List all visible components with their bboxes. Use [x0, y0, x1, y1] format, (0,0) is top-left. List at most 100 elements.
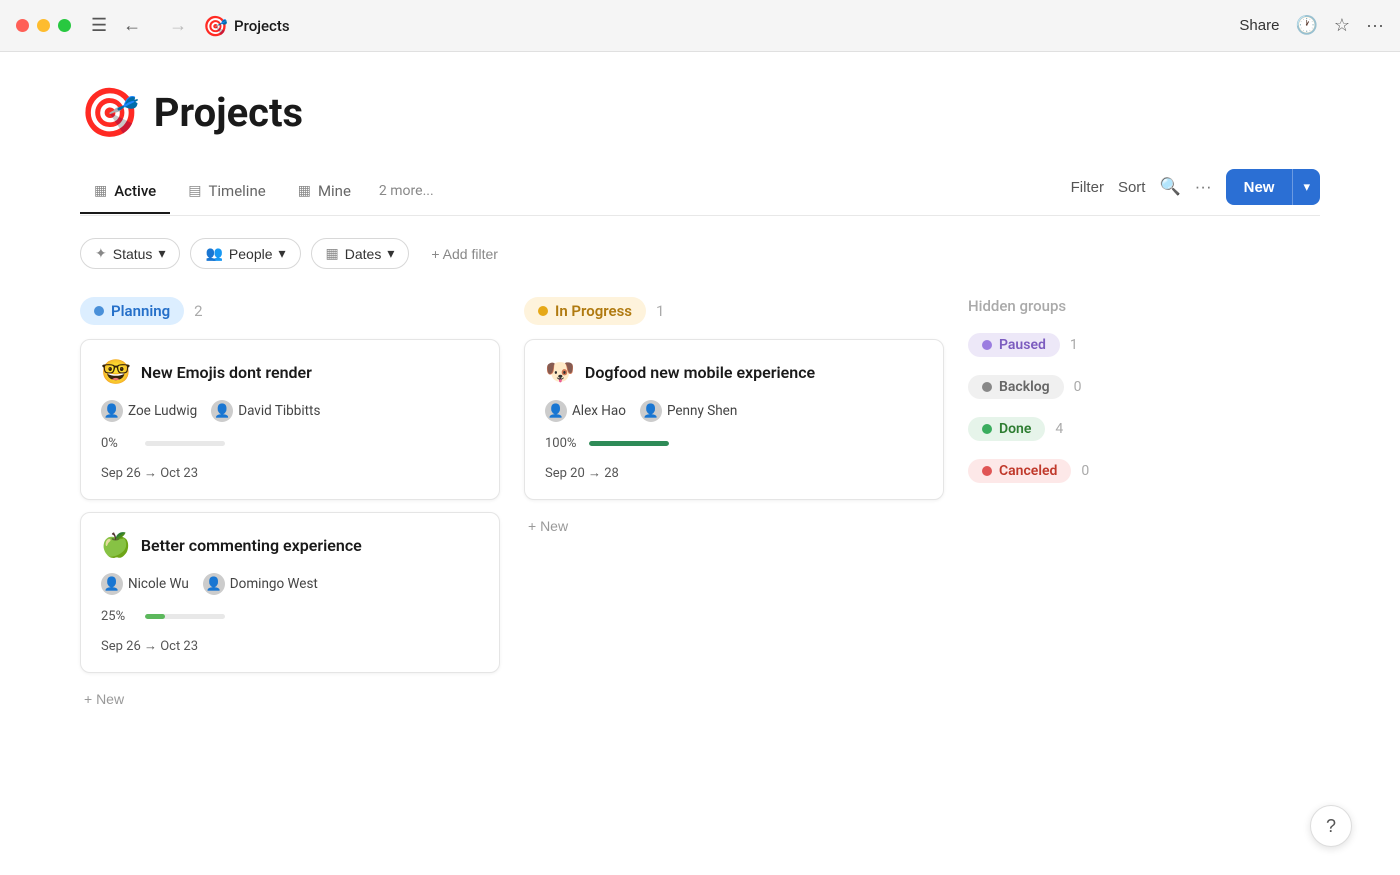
person-nicole-name: Nicole Wu	[128, 576, 189, 592]
progress-bar-fill-2	[145, 614, 165, 619]
new-chevron-button[interactable]: ▾	[1292, 169, 1320, 205]
forward-button[interactable]: →	[165, 13, 191, 38]
card-progress-2: 25%	[101, 609, 479, 624]
add-filter-button[interactable]: + Add filter	[419, 240, 510, 268]
people-filter-label: People	[229, 246, 273, 262]
done-dot	[982, 424, 992, 434]
tab-mine-icon: ▦	[298, 183, 311, 199]
tab-more[interactable]: 2 more...	[369, 173, 444, 211]
inprogress-add-new-button[interactable]: + New	[524, 512, 572, 540]
paused-label: Paused	[999, 337, 1046, 353]
hidden-groups: Hidden groups Paused 1 Backlog 0 Done	[968, 297, 1320, 501]
status-filter[interactable]: ✦ Status ▾	[80, 238, 180, 269]
done-badge[interactable]: Done	[968, 417, 1045, 441]
card-dogfood-emoji: 🐶	[545, 358, 575, 386]
hidden-group-paused: Paused 1	[968, 333, 1320, 357]
tab-timeline-label: Timeline	[208, 182, 265, 200]
avatar-penny: 👤	[640, 400, 662, 422]
column-inprogress: In Progress 1 🐶 Dogfood new mobile exper…	[524, 297, 944, 540]
dates-chevron-icon: ▾	[387, 245, 394, 262]
canceled-dot	[982, 466, 992, 476]
card-dogfood-title: Dogfood new mobile experience	[585, 363, 815, 382]
page-icon: 🎯	[80, 84, 140, 141]
avatar-nicole: 👤	[101, 573, 123, 595]
close-button[interactable]	[16, 19, 29, 32]
column-planning: Planning 2 🤓 New Emojis dont render 👤 Zo…	[80, 297, 500, 713]
inprogress-label: In Progress	[555, 302, 632, 320]
planning-add-new-button[interactable]: + New	[80, 685, 128, 713]
main-content: 🎯 Projects ▦ Active ▤ Timeline ▦ Mine 2 …	[0, 52, 1400, 713]
person-domingo-name: Domingo West	[230, 576, 318, 592]
person-david-name: David Tibbitts	[238, 403, 320, 419]
tab-mine[interactable]: ▦ Mine	[284, 172, 365, 214]
filter-button[interactable]: Filter	[1071, 179, 1104, 196]
fullscreen-button[interactable]	[58, 19, 71, 32]
inprogress-count: 1	[656, 302, 664, 320]
page-title: Projects	[154, 89, 303, 136]
card-better-commenting[interactable]: 🍏 Better commenting experience 👤 Nicole …	[80, 512, 500, 673]
card-progress: 0%	[101, 436, 479, 451]
card-new-emojis[interactable]: 🤓 New Emojis dont render 👤 Zoe Ludwig 👤 …	[80, 339, 500, 500]
history-icon[interactable]: 🕐	[1295, 15, 1317, 36]
page-header: 🎯 Projects	[80, 84, 1320, 141]
hidden-group-done: Done 4	[968, 417, 1320, 441]
column-planning-header: Planning 2	[80, 297, 500, 325]
back-button[interactable]: ←	[119, 13, 145, 38]
people-chevron-icon: ▾	[279, 245, 286, 262]
new-main-button[interactable]: New	[1226, 169, 1293, 205]
tab-active[interactable]: ▦ Active	[80, 172, 170, 214]
avatar-alex: 👤	[545, 400, 567, 422]
planning-badge[interactable]: Planning	[80, 297, 184, 325]
menu-icon[interactable]: ☰	[87, 13, 111, 38]
titlebar-title: Projects	[234, 17, 1239, 35]
planning-count: 2	[194, 302, 202, 320]
canceled-count: 0	[1081, 463, 1089, 479]
titlebar-actions: Share 🕐 ☆ ···	[1239, 15, 1384, 36]
search-icon[interactable]: 🔍	[1159, 177, 1180, 197]
person-penny-name: Penny Shen	[667, 403, 737, 419]
new-button-group: New ▾	[1226, 169, 1320, 205]
card-title-2: Better commenting experience	[141, 536, 362, 555]
card-title-row: 🤓 New Emojis dont render	[101, 358, 479, 386]
canceled-label: Canceled	[999, 463, 1057, 479]
star-icon[interactable]: ☆	[1334, 15, 1350, 36]
person-zoe: 👤 Zoe Ludwig	[101, 400, 197, 422]
paused-count: 1	[1070, 337, 1078, 353]
card-dogfood-title-row: 🐶 Dogfood new mobile experience	[545, 358, 923, 386]
share-button[interactable]: Share	[1239, 17, 1279, 34]
more-options-icon[interactable]: ···	[1366, 15, 1384, 36]
tab-active-icon: ▦	[94, 183, 107, 199]
person-nicole: 👤 Nicole Wu	[101, 573, 189, 595]
people-filter[interactable]: 👥 People ▾	[190, 238, 300, 269]
paused-badge[interactable]: Paused	[968, 333, 1060, 357]
help-button[interactable]: ?	[1310, 805, 1352, 847]
dates-filter[interactable]: ▦ Dates ▾	[311, 238, 410, 269]
sort-button[interactable]: Sort	[1118, 179, 1146, 196]
dates-filter-label: Dates	[345, 246, 382, 262]
toolbar-more-icon[interactable]: ···	[1195, 177, 1212, 197]
card-title: New Emojis dont render	[141, 363, 312, 382]
tabs-left: ▦ Active ▤ Timeline ▦ Mine 2 more...	[80, 172, 1071, 213]
paused-dot	[982, 340, 992, 350]
minimize-button[interactable]	[37, 19, 50, 32]
tab-timeline[interactable]: ▤ Timeline	[174, 172, 279, 214]
progress-label-dogfood: 100%	[545, 436, 579, 451]
tab-mine-label: Mine	[318, 182, 351, 200]
planning-label: Planning	[111, 302, 170, 320]
person-david: 👤 David Tibbitts	[211, 400, 320, 422]
inprogress-badge[interactable]: In Progress	[524, 297, 646, 325]
card-people-2: 👤 Nicole Wu 👤 Domingo West	[101, 573, 479, 595]
hidden-group-canceled: Canceled 0	[968, 459, 1320, 483]
dates-filter-icon: ▦	[326, 245, 339, 262]
card-dogfood-dates: Sep 20 → 28	[545, 465, 923, 481]
board: Planning 2 🤓 New Emojis dont render 👤 Zo…	[80, 297, 1320, 713]
status-chevron-icon: ▾	[158, 245, 165, 262]
backlog-badge[interactable]: Backlog	[968, 375, 1064, 399]
person-alex: 👤 Alex Hao	[545, 400, 626, 422]
done-label: Done	[999, 421, 1031, 437]
canceled-badge[interactable]: Canceled	[968, 459, 1071, 483]
titlebar: ☰ ← → 🎯 Projects Share 🕐 ☆ ···	[0, 0, 1400, 52]
card-people: 👤 Zoe Ludwig 👤 David Tibbitts	[101, 400, 479, 422]
app-icon: 🎯	[203, 14, 228, 38]
card-dogfood[interactable]: 🐶 Dogfood new mobile experience 👤 Alex H…	[524, 339, 944, 500]
